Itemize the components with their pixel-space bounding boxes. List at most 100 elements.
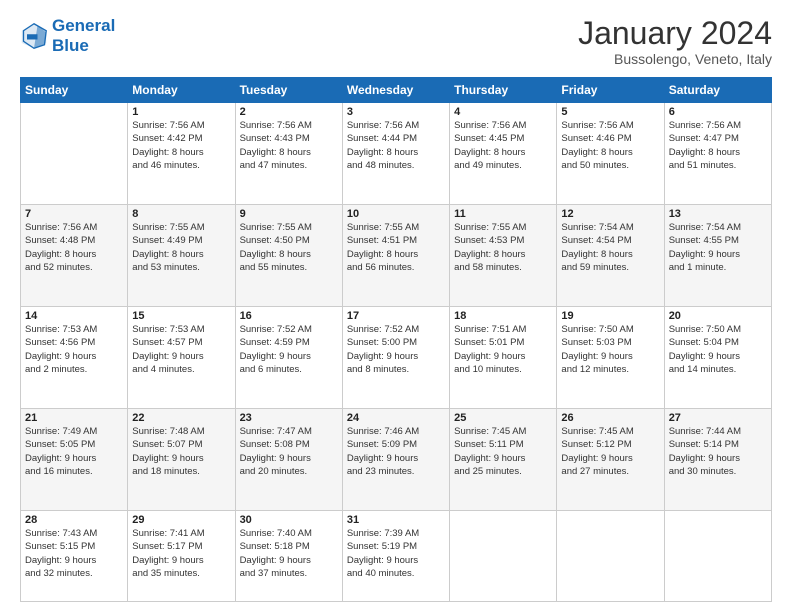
calendar-day-cell: 20Sunrise: 7:50 AMSunset: 5:04 PMDayligh…	[664, 307, 771, 409]
day-info: Sunrise: 7:55 AMSunset: 4:53 PMDaylight:…	[454, 221, 552, 274]
calendar-day-cell: 30Sunrise: 7:40 AMSunset: 5:18 PMDayligh…	[235, 511, 342, 602]
calendar-day-cell: 29Sunrise: 7:41 AMSunset: 5:17 PMDayligh…	[128, 511, 235, 602]
day-info: Sunrise: 7:56 AMSunset: 4:46 PMDaylight:…	[561, 119, 659, 172]
day-number: 3	[347, 106, 445, 118]
calendar-day-cell: 24Sunrise: 7:46 AMSunset: 5:09 PMDayligh…	[342, 409, 449, 511]
day-info: Sunrise: 7:50 AMSunset: 5:04 PMDaylight:…	[669, 323, 767, 376]
day-number: 5	[561, 106, 659, 118]
day-number: 30	[240, 514, 338, 526]
weekday-header-saturday: Saturday	[664, 78, 771, 103]
day-info: Sunrise: 7:55 AMSunset: 4:49 PMDaylight:…	[132, 221, 230, 274]
day-info: Sunrise: 7:55 AMSunset: 4:51 PMDaylight:…	[347, 221, 445, 274]
logo-icon	[20, 22, 48, 50]
page-title: January 2024	[578, 16, 772, 51]
day-number: 14	[25, 310, 123, 322]
weekday-header-monday: Monday	[128, 78, 235, 103]
day-number: 21	[25, 412, 123, 424]
calendar-day-cell: 19Sunrise: 7:50 AMSunset: 5:03 PMDayligh…	[557, 307, 664, 409]
day-info: Sunrise: 7:52 AMSunset: 5:00 PMDaylight:…	[347, 323, 445, 376]
calendar-week-row: 14Sunrise: 7:53 AMSunset: 4:56 PMDayligh…	[21, 307, 772, 409]
calendar-week-row: 28Sunrise: 7:43 AMSunset: 5:15 PMDayligh…	[21, 511, 772, 602]
calendar-day-cell: 22Sunrise: 7:48 AMSunset: 5:07 PMDayligh…	[128, 409, 235, 511]
day-info: Sunrise: 7:39 AMSunset: 5:19 PMDaylight:…	[347, 527, 445, 580]
day-number: 9	[240, 208, 338, 220]
weekday-header-sunday: Sunday	[21, 78, 128, 103]
calendar-day-cell	[450, 511, 557, 602]
calendar-day-cell: 14Sunrise: 7:53 AMSunset: 4:56 PMDayligh…	[21, 307, 128, 409]
day-number: 17	[347, 310, 445, 322]
day-info: Sunrise: 7:51 AMSunset: 5:01 PMDaylight:…	[454, 323, 552, 376]
calendar-day-cell: 16Sunrise: 7:52 AMSunset: 4:59 PMDayligh…	[235, 307, 342, 409]
weekday-header-friday: Friday	[557, 78, 664, 103]
calendar-day-cell: 27Sunrise: 7:44 AMSunset: 5:14 PMDayligh…	[664, 409, 771, 511]
calendar-day-cell: 21Sunrise: 7:49 AMSunset: 5:05 PMDayligh…	[21, 409, 128, 511]
page-subtitle: Bussolengo, Veneto, Italy	[578, 51, 772, 67]
day-info: Sunrise: 7:56 AMSunset: 4:42 PMDaylight:…	[132, 119, 230, 172]
day-number: 18	[454, 310, 552, 322]
day-number: 26	[561, 412, 659, 424]
day-number: 10	[347, 208, 445, 220]
day-info: Sunrise: 7:54 AMSunset: 4:54 PMDaylight:…	[561, 221, 659, 274]
day-number: 19	[561, 310, 659, 322]
calendar-header-row: SundayMondayTuesdayWednesdayThursdayFrid…	[21, 78, 772, 103]
day-info: Sunrise: 7:54 AMSunset: 4:55 PMDaylight:…	[669, 221, 767, 274]
calendar-day-cell	[557, 511, 664, 602]
day-number: 24	[347, 412, 445, 424]
day-info: Sunrise: 7:56 AMSunset: 4:48 PMDaylight:…	[25, 221, 123, 274]
calendar-week-row: 21Sunrise: 7:49 AMSunset: 5:05 PMDayligh…	[21, 409, 772, 511]
header: General Blue January 2024 Bussolengo, Ve…	[20, 16, 772, 67]
page: General Blue January 2024 Bussolengo, Ve…	[0, 0, 792, 612]
calendar-day-cell: 26Sunrise: 7:45 AMSunset: 5:12 PMDayligh…	[557, 409, 664, 511]
day-number: 29	[132, 514, 230, 526]
day-number: 16	[240, 310, 338, 322]
day-info: Sunrise: 7:52 AMSunset: 4:59 PMDaylight:…	[240, 323, 338, 376]
calendar-day-cell: 7Sunrise: 7:56 AMSunset: 4:48 PMDaylight…	[21, 205, 128, 307]
day-info: Sunrise: 7:46 AMSunset: 5:09 PMDaylight:…	[347, 425, 445, 478]
day-info: Sunrise: 7:45 AMSunset: 5:12 PMDaylight:…	[561, 425, 659, 478]
day-number: 1	[132, 106, 230, 118]
day-info: Sunrise: 7:45 AMSunset: 5:11 PMDaylight:…	[454, 425, 552, 478]
day-info: Sunrise: 7:53 AMSunset: 4:56 PMDaylight:…	[25, 323, 123, 376]
day-info: Sunrise: 7:55 AMSunset: 4:50 PMDaylight:…	[240, 221, 338, 274]
day-number: 4	[454, 106, 552, 118]
calendar-day-cell: 3Sunrise: 7:56 AMSunset: 4:44 PMDaylight…	[342, 103, 449, 205]
day-info: Sunrise: 7:56 AMSunset: 4:45 PMDaylight:…	[454, 119, 552, 172]
day-info: Sunrise: 7:44 AMSunset: 5:14 PMDaylight:…	[669, 425, 767, 478]
calendar-day-cell: 13Sunrise: 7:54 AMSunset: 4:55 PMDayligh…	[664, 205, 771, 307]
day-number: 7	[25, 208, 123, 220]
calendar-day-cell: 10Sunrise: 7:55 AMSunset: 4:51 PMDayligh…	[342, 205, 449, 307]
day-info: Sunrise: 7:56 AMSunset: 4:47 PMDaylight:…	[669, 119, 767, 172]
calendar-day-cell: 25Sunrise: 7:45 AMSunset: 5:11 PMDayligh…	[450, 409, 557, 511]
logo-text: General Blue	[52, 16, 115, 55]
day-number: 13	[669, 208, 767, 220]
calendar-day-cell: 11Sunrise: 7:55 AMSunset: 4:53 PMDayligh…	[450, 205, 557, 307]
day-info: Sunrise: 7:47 AMSunset: 5:08 PMDaylight:…	[240, 425, 338, 478]
day-info: Sunrise: 7:56 AMSunset: 4:44 PMDaylight:…	[347, 119, 445, 172]
day-info: Sunrise: 7:50 AMSunset: 5:03 PMDaylight:…	[561, 323, 659, 376]
calendar-day-cell: 6Sunrise: 7:56 AMSunset: 4:47 PMDaylight…	[664, 103, 771, 205]
day-number: 12	[561, 208, 659, 220]
day-info: Sunrise: 7:41 AMSunset: 5:17 PMDaylight:…	[132, 527, 230, 580]
day-number: 8	[132, 208, 230, 220]
calendar-day-cell: 1Sunrise: 7:56 AMSunset: 4:42 PMDaylight…	[128, 103, 235, 205]
day-info: Sunrise: 7:53 AMSunset: 4:57 PMDaylight:…	[132, 323, 230, 376]
day-info: Sunrise: 7:40 AMSunset: 5:18 PMDaylight:…	[240, 527, 338, 580]
day-info: Sunrise: 7:48 AMSunset: 5:07 PMDaylight:…	[132, 425, 230, 478]
day-number: 2	[240, 106, 338, 118]
calendar-day-cell: 18Sunrise: 7:51 AMSunset: 5:01 PMDayligh…	[450, 307, 557, 409]
calendar-day-cell: 2Sunrise: 7:56 AMSunset: 4:43 PMDaylight…	[235, 103, 342, 205]
weekday-header-tuesday: Tuesday	[235, 78, 342, 103]
calendar-day-cell: 17Sunrise: 7:52 AMSunset: 5:00 PMDayligh…	[342, 307, 449, 409]
calendar-week-row: 1Sunrise: 7:56 AMSunset: 4:42 PMDaylight…	[21, 103, 772, 205]
calendar-day-cell: 15Sunrise: 7:53 AMSunset: 4:57 PMDayligh…	[128, 307, 235, 409]
day-number: 23	[240, 412, 338, 424]
logo: General Blue	[20, 16, 115, 55]
calendar-day-cell: 28Sunrise: 7:43 AMSunset: 5:15 PMDayligh…	[21, 511, 128, 602]
calendar-day-cell: 12Sunrise: 7:54 AMSunset: 4:54 PMDayligh…	[557, 205, 664, 307]
calendar-day-cell: 31Sunrise: 7:39 AMSunset: 5:19 PMDayligh…	[342, 511, 449, 602]
day-number: 27	[669, 412, 767, 424]
calendar-day-cell	[21, 103, 128, 205]
day-number: 6	[669, 106, 767, 118]
day-info: Sunrise: 7:56 AMSunset: 4:43 PMDaylight:…	[240, 119, 338, 172]
day-info: Sunrise: 7:43 AMSunset: 5:15 PMDaylight:…	[25, 527, 123, 580]
